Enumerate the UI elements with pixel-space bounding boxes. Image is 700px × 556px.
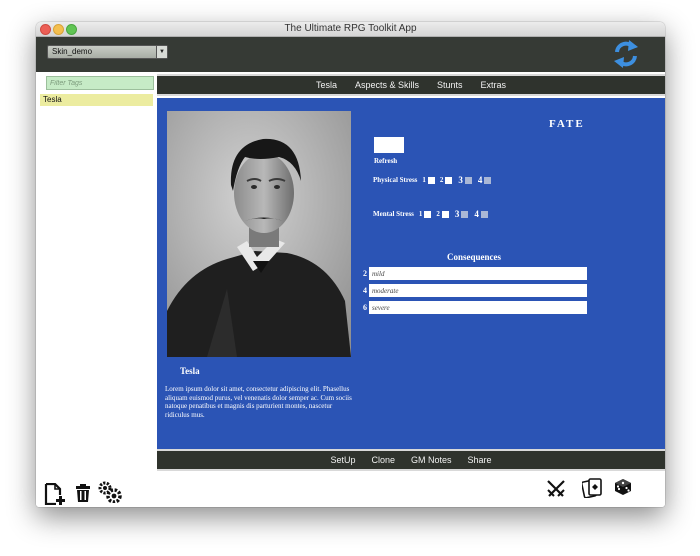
stress-box-number: 3: [458, 175, 463, 185]
refresh-icon[interactable]: [613, 39, 639, 69]
stress-box-number: 2: [439, 176, 444, 184]
tab-gm-notes[interactable]: GM Notes: [411, 455, 452, 465]
character-sheet: Tesla Lorem ipsum dolor sit amet, consec…: [157, 98, 665, 449]
close-window-button[interactable]: [40, 24, 51, 35]
consequence-row-mild: 2: [353, 267, 587, 280]
mental-stress-box-2[interactable]: [441, 210, 449, 218]
main-panel: Tesla Aspects & Skills Stunts Extras Tes…: [157, 72, 665, 475]
minimize-window-button[interactable]: [53, 24, 64, 35]
chevron-down-icon[interactable]: ▼: [156, 46, 167, 58]
tab-share[interactable]: Share: [468, 455, 492, 465]
window-title: The Ultimate RPG Toolkit App: [284, 23, 417, 34]
refresh-label: Refresh: [374, 157, 398, 165]
mental-stress-box-4[interactable]: [480, 210, 488, 218]
stress-box-number: 1: [422, 176, 426, 184]
bottom-toolbar: [36, 475, 665, 507]
skin-select[interactable]: Skin_demo ▼: [47, 45, 168, 59]
tab-clone[interactable]: Clone: [371, 455, 395, 465]
maximize-window-button[interactable]: [66, 24, 77, 35]
skin-select-value: Skin_demo: [52, 47, 93, 56]
consequence-severe-input[interactable]: [369, 301, 587, 314]
refresh-field[interactable]: [374, 137, 404, 153]
filter-tags-input[interactable]: [46, 76, 154, 90]
bottom-tab-bar: SetUp Clone GM Notes Share: [157, 449, 665, 471]
physical-stress-box-1[interactable]: [427, 176, 435, 184]
dice-icon[interactable]: [614, 478, 632, 496]
trash-icon[interactable]: [76, 484, 90, 502]
character-name: Tesla: [180, 366, 200, 376]
mental-stress-box-3[interactable]: [461, 210, 469, 218]
physical-stress-box-2[interactable]: [445, 176, 453, 184]
system-title: FATE: [549, 118, 585, 130]
crossed-swords-icon[interactable]: [546, 479, 566, 499]
cards-icon[interactable]: [582, 478, 602, 498]
tab-bar: Tesla Aspects & Skills Stunts Extras: [157, 74, 665, 96]
character-bio: Lorem ipsum dolor sit amet, consectetur …: [165, 385, 352, 419]
sidebar-item-tesla[interactable]: Tesla: [40, 94, 153, 106]
mental-stress-row: Mental Stress 1 2 3 4: [373, 209, 488, 219]
consequence-shift: 4: [363, 286, 367, 295]
consequence-mild-input[interactable]: [369, 267, 587, 280]
consequence-shift: 2: [363, 269, 367, 278]
stress-box-number: 4: [474, 209, 479, 219]
app-window: The Ultimate RPG Toolkit App Skin_demo ▼…: [36, 22, 665, 507]
tab-aspects-skills[interactable]: Aspects & Skills: [355, 80, 419, 90]
title-bar: The Ultimate RPG Toolkit App: [36, 22, 665, 37]
consequence-moderate-input[interactable]: [369, 284, 587, 297]
mental-stress-label: Mental Stress: [373, 210, 414, 218]
top-bar: Skin_demo ▼: [36, 37, 665, 72]
tab-tesla[interactable]: Tesla: [316, 80, 337, 90]
consequences-title: Consequences: [447, 252, 502, 262]
consequence-row-severe: 6: [353, 301, 587, 314]
gears-icon[interactable]: [98, 481, 122, 503]
consequence-shift: 6: [363, 303, 367, 312]
physical-stress-box-4[interactable]: [484, 176, 492, 184]
consequence-row-moderate: 4: [353, 284, 587, 297]
tab-stunts[interactable]: Stunts: [437, 80, 463, 90]
physical-stress-box-3[interactable]: [464, 176, 472, 184]
character-portrait[interactable]: [167, 111, 351, 357]
stress-box-number: 2: [436, 210, 440, 218]
tab-setup[interactable]: SetUp: [330, 455, 355, 465]
new-document-icon[interactable]: [44, 483, 66, 505]
mental-stress-box-1[interactable]: [424, 210, 432, 218]
stress-box-number: 1: [418, 210, 423, 218]
sidebar: Tesla: [36, 72, 158, 475]
physical-stress-row: Physical Stress 1 2 3 4: [373, 175, 492, 185]
tab-extras[interactable]: Extras: [481, 80, 507, 90]
stress-box-number: 3: [454, 209, 460, 219]
physical-stress-label: Physical Stress: [373, 176, 418, 184]
stress-box-number: 4: [477, 175, 483, 185]
